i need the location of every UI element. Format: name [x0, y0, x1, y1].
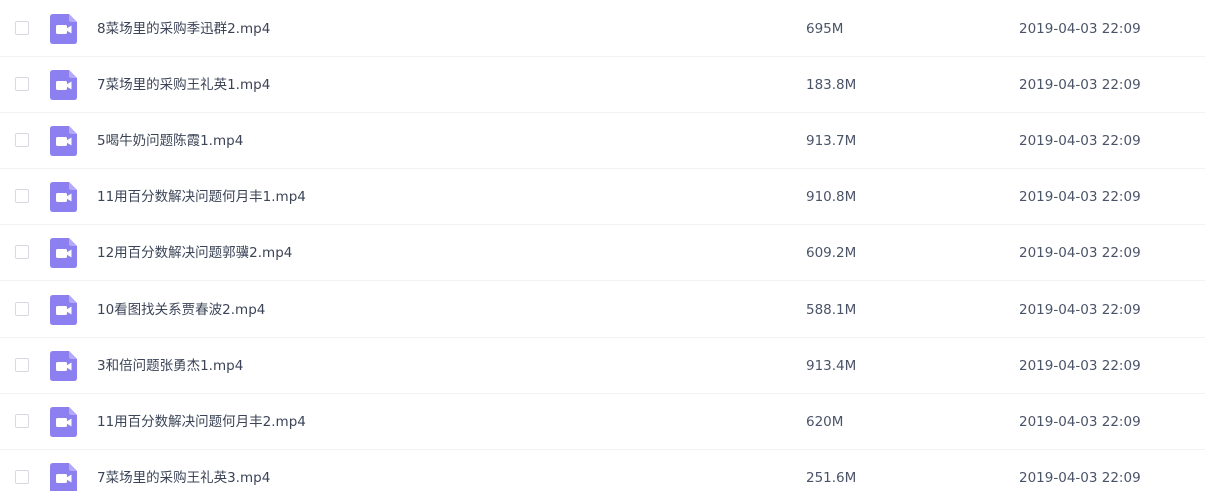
file-row[interactable]: 11用百分数解决问题何月丰1.mp4 910.8M 2019-04-03 22:…: [0, 169, 1205, 225]
file-name[interactable]: 7菜场里的采购王礼英1.mp4: [97, 75, 270, 95]
video-file-icon: [50, 126, 77, 156]
file-modified-date: 2019-04-03 22:09: [1019, 470, 1141, 486]
file-modified-date: 2019-04-03 22:09: [1019, 245, 1141, 261]
row-checkbox[interactable]: [15, 77, 29, 91]
video-file-icon: [50, 407, 77, 437]
file-row[interactable]: 7菜场里的采购王礼英1.mp4 183.8M 2019-04-03 22:09: [0, 57, 1205, 113]
file-size: 910.8M: [806, 189, 857, 205]
file-name[interactable]: 7菜场里的采购王礼英3.mp4: [97, 468, 270, 488]
file-modified-date: 2019-04-03 22:09: [1019, 21, 1141, 37]
video-file-icon: [50, 351, 77, 381]
row-checkbox[interactable]: [15, 302, 29, 316]
file-name[interactable]: 8菜场里的采购季迅群2.mp4: [97, 19, 270, 39]
video-file-icon: [50, 14, 77, 44]
row-checkbox[interactable]: [15, 414, 29, 428]
file-row[interactable]: 3和倍问题张勇杰1.mp4 913.4M 2019-04-03 22:09: [0, 338, 1205, 394]
file-modified-date: 2019-04-03 22:09: [1019, 133, 1141, 149]
file-size: 588.1M: [806, 302, 857, 318]
file-modified-date: 2019-04-03 22:09: [1019, 302, 1141, 318]
file-modified-date: 2019-04-03 22:09: [1019, 189, 1141, 205]
row-checkbox[interactable]: [15, 21, 29, 35]
row-checkbox[interactable]: [15, 245, 29, 259]
row-checkbox[interactable]: [15, 133, 29, 147]
file-row[interactable]: 12用百分数解决问题郭骥2.mp4 609.2M 2019-04-03 22:0…: [0, 225, 1205, 281]
file-row[interactable]: 10看图找关系贾春波2.mp4 588.1M 2019-04-03 22:09: [0, 282, 1205, 338]
row-checkbox[interactable]: [15, 470, 29, 484]
video-file-icon: [50, 463, 77, 491]
file-size: 620M: [806, 414, 844, 430]
video-file-icon: [50, 70, 77, 100]
file-size: 183.8M: [806, 77, 857, 93]
file-modified-date: 2019-04-03 22:09: [1019, 77, 1141, 93]
file-modified-date: 2019-04-03 22:09: [1019, 414, 1141, 430]
file-name[interactable]: 10看图找关系贾春波2.mp4: [97, 300, 265, 320]
file-name[interactable]: 11用百分数解决问题何月丰1.mp4: [97, 187, 306, 207]
file-size: 609.2M: [806, 245, 857, 261]
file-name[interactable]: 11用百分数解决问题何月丰2.mp4: [97, 412, 306, 432]
file-name[interactable]: 12用百分数解决问题郭骥2.mp4: [97, 243, 292, 263]
video-file-icon: [50, 182, 77, 212]
video-file-icon: [50, 295, 77, 325]
file-size: 913.7M: [806, 133, 857, 149]
row-checkbox[interactable]: [15, 189, 29, 203]
file-modified-date: 2019-04-03 22:09: [1019, 358, 1141, 374]
file-size: 695M: [806, 21, 844, 37]
file-list: 8菜场里的采购季迅群2.mp4 695M 2019-04-03 22:09 7菜…: [0, 0, 1205, 491]
file-name[interactable]: 3和倍问题张勇杰1.mp4: [97, 356, 243, 376]
file-row[interactable]: 8菜场里的采购季迅群2.mp4 695M 2019-04-03 22:09: [0, 1, 1205, 57]
file-size: 913.4M: [806, 358, 857, 374]
video-file-icon: [50, 238, 77, 268]
file-size: 251.6M: [806, 470, 857, 486]
file-row[interactable]: 5喝牛奶问题陈霞1.mp4 913.7M 2019-04-03 22:09: [0, 113, 1205, 169]
file-row[interactable]: 7菜场里的采购王礼英3.mp4 251.6M 2019-04-03 22:09: [0, 450, 1205, 491]
file-name[interactable]: 5喝牛奶问题陈霞1.mp4: [97, 131, 243, 151]
row-checkbox[interactable]: [15, 358, 29, 372]
file-row[interactable]: 11用百分数解决问题何月丰2.mp4 620M 2019-04-03 22:09: [0, 394, 1205, 450]
